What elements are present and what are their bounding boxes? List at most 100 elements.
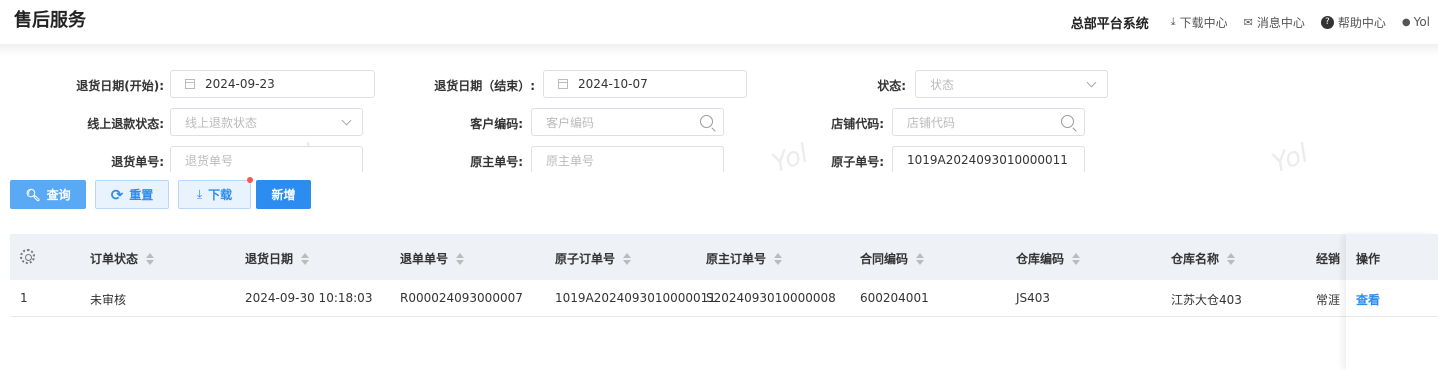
table-header: 订单状态 退货日期 退单单号 原子订单号 原主订单号 合同编码 仓库编码 仓库名… — [10, 234, 1438, 280]
cell-main-order-no: S2024093010000008 — [706, 291, 836, 305]
query-button[interactable]: 🔍︎ 查询 — [10, 180, 86, 209]
cell-contract-code: 600204001 — [860, 291, 929, 305]
sort-icon[interactable] — [623, 252, 632, 265]
original-sub-no-input[interactable]: 1019A2024093010000011 — [892, 146, 1085, 172]
calendar-icon — [558, 79, 568, 89]
column-header[interactable]: 经销 — [1316, 250, 1340, 267]
customer-code-placeholder: 客户编码 — [546, 115, 595, 130]
add-button[interactable]: 新增 — [256, 180, 311, 209]
store-code-label: 店铺代码: — [831, 117, 884, 131]
status-label: 状态: — [877, 79, 906, 93]
mail-icon: ✉ — [1243, 15, 1253, 29]
column-header-label: 经销 — [1316, 252, 1341, 266]
online-refund-status-select[interactable]: 线上退款状态 — [170, 108, 363, 136]
search-icon[interactable] — [1061, 115, 1074, 128]
help-center-link[interactable]: ? 帮助中心 — [1320, 14, 1386, 31]
notification-dot — [247, 177, 253, 183]
column-header[interactable]: 退货日期 — [245, 250, 310, 267]
download-icon: ⤓ — [1170, 15, 1176, 28]
status-select[interactable]: 状态 — [915, 70, 1108, 98]
return-date-start-value: 2024-09-23 — [205, 77, 275, 91]
column-header[interactable]: 合同编码 — [860, 250, 925, 267]
gear-icon[interactable] — [20, 249, 35, 264]
store-code-placeholder: 店铺代码 — [907, 115, 956, 130]
query-button-label: 查询 — [46, 188, 71, 202]
download-center-link[interactable]: ⤓ 下载中心 — [1171, 14, 1228, 31]
return-date-start-label: 退货日期(开始): — [76, 79, 164, 93]
user-menu[interactable]: ● Yol — [1402, 15, 1430, 29]
sort-icon[interactable] — [146, 252, 155, 265]
header-divider — [0, 44, 1438, 56]
column-header[interactable]: 订单状态 — [90, 250, 155, 267]
operations-header: 操作 — [1346, 234, 1438, 280]
original-sub-no-value: 1019A2024093010000011 — [907, 153, 1068, 167]
search-icon: 🔍︎ — [25, 187, 41, 202]
refresh-icon: ⟳ — [110, 185, 124, 204]
column-header-label: 原子订单号 — [555, 252, 616, 266]
column-header[interactable]: 仓库名称 — [1171, 250, 1236, 267]
operations-cell: 查看 — [1346, 280, 1438, 317]
store-code-input[interactable]: 店铺代码 — [892, 108, 1085, 136]
user-name: Yol — [1413, 15, 1430, 29]
return-no-label: 退货单号: — [111, 155, 164, 169]
customer-code-input[interactable]: 客户编码 — [531, 108, 724, 136]
sort-icon[interactable] — [916, 252, 925, 265]
return-date-end-value: 2024-10-07 — [578, 77, 648, 91]
cell-return-no: R000024093000007 — [400, 291, 523, 305]
return-no-placeholder: 退货单号 — [185, 153, 234, 168]
customer-code-label: 客户编码: — [470, 117, 523, 131]
row-index: 1 — [20, 291, 28, 305]
download-button-label: 下载 — [208, 188, 233, 202]
sort-icon[interactable] — [456, 252, 465, 265]
cell-sub-order-no: 1019A2024093010000011 — [555, 291, 716, 305]
column-header-label: 仓库编码 — [1016, 252, 1065, 266]
reset-button-label: 重置 — [129, 188, 154, 202]
cell-status: 未审核 — [90, 293, 127, 307]
column-header-label: 原主订单号 — [706, 252, 767, 266]
system-name: 总部平台系统 — [1070, 16, 1149, 32]
top-bar: 售后服务 总部平台系统 ⤓ 下载中心 ✉ 消息中心 ? 帮助中心 ● Yol — [0, 0, 1438, 46]
operations-header-label: 操作 — [1356, 252, 1381, 266]
column-header-label: 退单单号 — [400, 252, 449, 266]
column-header[interactable]: 仓库编码 — [1016, 250, 1081, 267]
message-center-label: 消息中心 — [1256, 15, 1305, 30]
return-date-start-picker[interactable]: 2024-09-23 — [170, 70, 375, 98]
calendar-icon — [185, 79, 195, 89]
download-center-label: 下载中心 — [1179, 15, 1228, 30]
sort-icon[interactable] — [774, 252, 783, 265]
original-sub-no-label: 原子单号: — [831, 155, 884, 169]
column-header-label: 仓库名称 — [1171, 252, 1220, 266]
chevron-down-icon — [1086, 77, 1097, 88]
return-date-end-picker[interactable]: 2024-10-07 — [543, 70, 747, 98]
column-header-label: 订单状态 — [90, 252, 139, 266]
online-refund-status-placeholder: 线上退款状态 — [185, 115, 258, 130]
sort-icon[interactable] — [301, 252, 310, 265]
search-icon[interactable] — [700, 115, 713, 128]
status-placeholder: 状态 — [930, 77, 955, 92]
original-main-no-placeholder: 原主单号 — [546, 153, 595, 168]
filter-row-3: 退货单号: 退货单号 原主单号: 原主单号 原子单号: 1019A2024093… — [0, 140, 1438, 172]
help-icon: ? — [1320, 15, 1334, 29]
column-header-label: 退货日期 — [245, 252, 294, 266]
column-header-label: 合同编码 — [860, 252, 909, 266]
view-link[interactable]: 查看 — [1356, 291, 1380, 308]
cell-warehouse-code: JS403 — [1016, 291, 1051, 305]
column-header[interactable]: 退单单号 — [400, 250, 465, 267]
user-icon: ● — [1401, 16, 1411, 28]
cell-return-date: 2024-09-30 10:18:03 — [245, 291, 373, 305]
message-center-link[interactable]: ✉ 消息中心 — [1244, 14, 1305, 31]
original-main-no-label: 原主单号: — [470, 155, 523, 169]
download-button[interactable]: ⤓ 下载 — [178, 180, 251, 209]
reset-button[interactable]: ⟳ 重置 — [95, 180, 169, 209]
table-row: 1 未审核 2024-09-30 10:18:03 R0000240930000… — [10, 280, 1438, 317]
column-header[interactable]: 原子订单号 — [555, 250, 632, 267]
top-nav: 总部平台系统 ⤓ 下载中心 ✉ 消息中心 ? 帮助中心 ● Yol — [1071, 12, 1438, 32]
column-header[interactable]: 原主订单号 — [706, 250, 783, 267]
page-title: 售后服务 — [14, 10, 86, 31]
online-refund-status-label: 线上退款状态: — [87, 117, 164, 131]
return-no-input[interactable]: 退货单号 — [170, 146, 363, 172]
original-main-no-input[interactable]: 原主单号 — [531, 146, 724, 172]
sort-icon[interactable] — [1072, 252, 1081, 265]
sort-icon[interactable] — [1227, 252, 1236, 265]
add-button-label: 新增 — [271, 188, 296, 202]
